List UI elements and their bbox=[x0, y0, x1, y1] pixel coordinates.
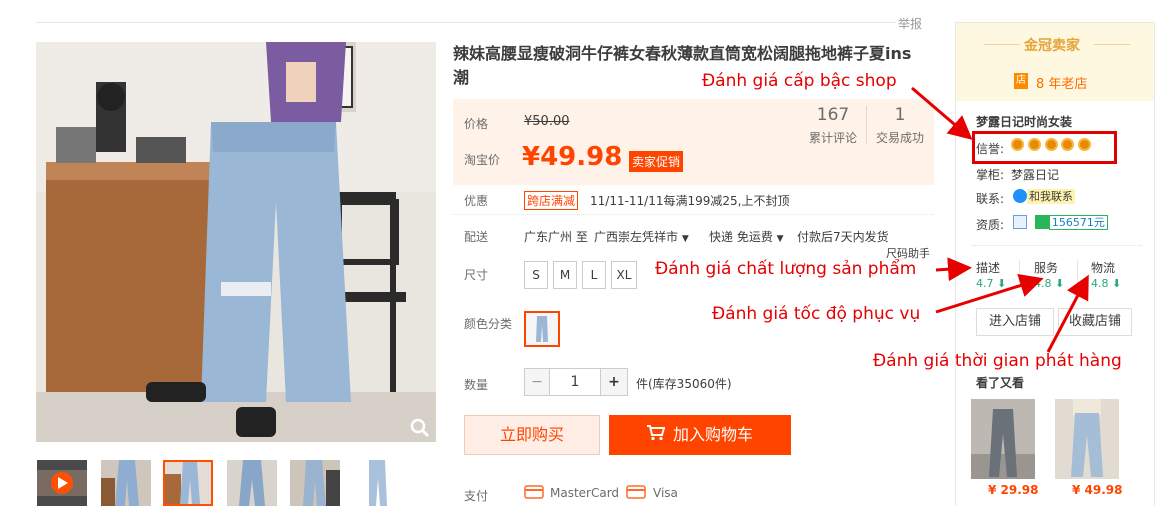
score-service-label: 服务 bbox=[1034, 261, 1059, 275]
panel-divider bbox=[972, 245, 1142, 246]
also-viewed-title: 看了又看 bbox=[976, 376, 1025, 390]
discount-text: 11/11-11/11每满199减25,上不封顶 bbox=[590, 194, 790, 208]
quantity-plus-button[interactable]: + bbox=[600, 368, 628, 396]
annotation-shipping-time: Đánh giá thời gian phát hàng bbox=[873, 351, 1122, 371]
seller-level-title: 金冠卖家 bbox=[1024, 38, 1080, 54]
arrow-down-icon: ⬇ bbox=[1051, 277, 1065, 290]
thumbnail-video[interactable] bbox=[37, 460, 87, 506]
annotation-shop-rank: Đánh giá cấp bậc shop bbox=[702, 71, 897, 91]
wangwang-icon bbox=[1013, 189, 1027, 203]
credit-card-icon bbox=[524, 485, 544, 499]
add-to-cart-label: 加入购物车 bbox=[672, 425, 753, 444]
shop-age: 8 年老店 bbox=[1036, 77, 1088, 92]
thumbnail-image-5[interactable] bbox=[353, 460, 403, 506]
arrow-down-icon: ⬇ bbox=[1108, 277, 1122, 290]
deals-count: 1 bbox=[894, 105, 906, 125]
payment-visa: Visa bbox=[653, 486, 678, 500]
destination-text: 广西崇左凭祥市 bbox=[594, 230, 679, 244]
current-price: ¥49.98 bbox=[522, 142, 623, 172]
shipping-from: 广东广州 至 bbox=[524, 230, 588, 244]
stat-divider bbox=[866, 106, 867, 144]
seller-promo-tag: 卖家促销 bbox=[629, 151, 684, 172]
discount-label: 优惠 bbox=[464, 194, 489, 208]
score-service-value: 4.8 ⬇ bbox=[1034, 277, 1065, 290]
taobao-price-label: 淘宝价 bbox=[464, 153, 501, 167]
buy-now-button[interactable]: 立即购买 bbox=[464, 415, 600, 455]
price-label: 价格 bbox=[464, 117, 489, 131]
annotation-product-quality: Đánh giá chất lượng sản phẩm bbox=[655, 259, 917, 279]
size-option-l[interactable]: L bbox=[582, 261, 606, 289]
payment-mastercard: MasterCard bbox=[550, 486, 620, 500]
score-description-value: 4.7 ⬇ bbox=[976, 277, 1007, 290]
qualification-label: 资质: bbox=[976, 218, 1005, 232]
shipping-label: 配送 bbox=[464, 230, 489, 244]
report-link[interactable]: 举报 bbox=[898, 15, 922, 32]
original-price: ¥50.00 bbox=[524, 114, 570, 129]
annotation-highlight-box bbox=[972, 131, 1117, 164]
contact-label: 联系: bbox=[976, 192, 1005, 206]
shipping-destination[interactable]: 广西崇左凭祥市 ▼ bbox=[594, 228, 689, 245]
recommended-product-image[interactable] bbox=[1055, 399, 1119, 479]
quantity-minus-button[interactable]: − bbox=[524, 368, 550, 396]
top-divider bbox=[36, 22, 896, 23]
cart-icon bbox=[646, 416, 666, 456]
stock-text: 件(库存35060件) bbox=[636, 377, 732, 391]
qualification-badges[interactable]: 156571元 bbox=[1013, 214, 1108, 230]
delivery-time: 付款后7天内发货 bbox=[797, 230, 889, 244]
size-label: 尺寸 bbox=[464, 268, 489, 282]
title-divider-right bbox=[1094, 44, 1130, 45]
chevron-down-icon: ▼ bbox=[681, 234, 689, 244]
contact-button[interactable]: 和我联系 bbox=[1013, 188, 1075, 204]
deals-label: 交易成功 bbox=[875, 131, 924, 145]
contact-text: 和我联系 bbox=[1027, 189, 1075, 204]
deposit-icon bbox=[1034, 215, 1049, 229]
recommended-product-image[interactable] bbox=[971, 399, 1035, 479]
shop-name[interactable]: 梦露日记时尚女装 bbox=[976, 113, 1072, 130]
size-option-m[interactable]: M bbox=[553, 261, 577, 289]
quantity-label: 数量 bbox=[464, 378, 489, 392]
zoom-icon[interactable] bbox=[410, 418, 430, 438]
id-card-icon bbox=[1013, 215, 1027, 229]
annotation-service-speed: Đánh giá tốc độ phục vụ bbox=[712, 304, 921, 324]
favorite-shop-button[interactable]: 收藏店铺 bbox=[1058, 308, 1132, 336]
add-to-cart-button[interactable]: 加入购物车 bbox=[609, 415, 791, 455]
color-option-blue[interactable] bbox=[524, 311, 560, 347]
score-logistics-value: 4.8 ⬇ bbox=[1091, 277, 1122, 290]
arrow-down-icon: ⬇ bbox=[993, 277, 1007, 290]
payment-label: 支付 bbox=[464, 489, 489, 503]
owner-label: 掌柜: bbox=[976, 168, 1005, 182]
score-logistics-label: 物流 bbox=[1091, 261, 1116, 275]
thumbnail-image-4[interactable] bbox=[290, 460, 340, 506]
thumbnail-image-1[interactable] bbox=[101, 460, 151, 506]
color-label: 颜色分类 bbox=[464, 317, 513, 331]
enter-shop-button[interactable]: 进入店铺 bbox=[976, 308, 1054, 336]
recommended-price: ¥ 49.98 bbox=[1072, 483, 1123, 497]
score-divider bbox=[1019, 260, 1020, 288]
title-divider-left bbox=[984, 44, 1020, 45]
size-option-xl[interactable]: XL bbox=[611, 261, 637, 289]
owner-name[interactable]: 梦露日记 bbox=[1011, 166, 1059, 183]
recommended-price: ¥ 29.98 bbox=[988, 483, 1039, 497]
score-description-label: 描述 bbox=[976, 261, 1001, 275]
shipping-express[interactable]: 快递 免运费 ▼ bbox=[709, 228, 784, 245]
thumbnail-image-2[interactable] bbox=[163, 460, 213, 506]
shop-badge-icon: 店 bbox=[1014, 73, 1028, 89]
score-divider bbox=[1077, 260, 1078, 288]
thumbnail-image-3[interactable] bbox=[227, 460, 277, 506]
reviews-label[interactable]: 累计评论 bbox=[803, 129, 863, 146]
deposit-amount: 156571元 bbox=[1048, 215, 1108, 230]
chevron-down-icon: ▼ bbox=[776, 234, 784, 244]
discount-badge[interactable]: 跨店满减 bbox=[524, 191, 579, 210]
express-text: 快递 免运费 bbox=[709, 230, 773, 244]
main-product-image[interactable] bbox=[36, 42, 436, 442]
size-option-s[interactable]: S bbox=[524, 261, 548, 289]
credit-card-icon bbox=[626, 485, 646, 499]
quantity-input[interactable]: 1 bbox=[549, 368, 601, 396]
reviews-count[interactable]: 167 bbox=[803, 105, 863, 125]
